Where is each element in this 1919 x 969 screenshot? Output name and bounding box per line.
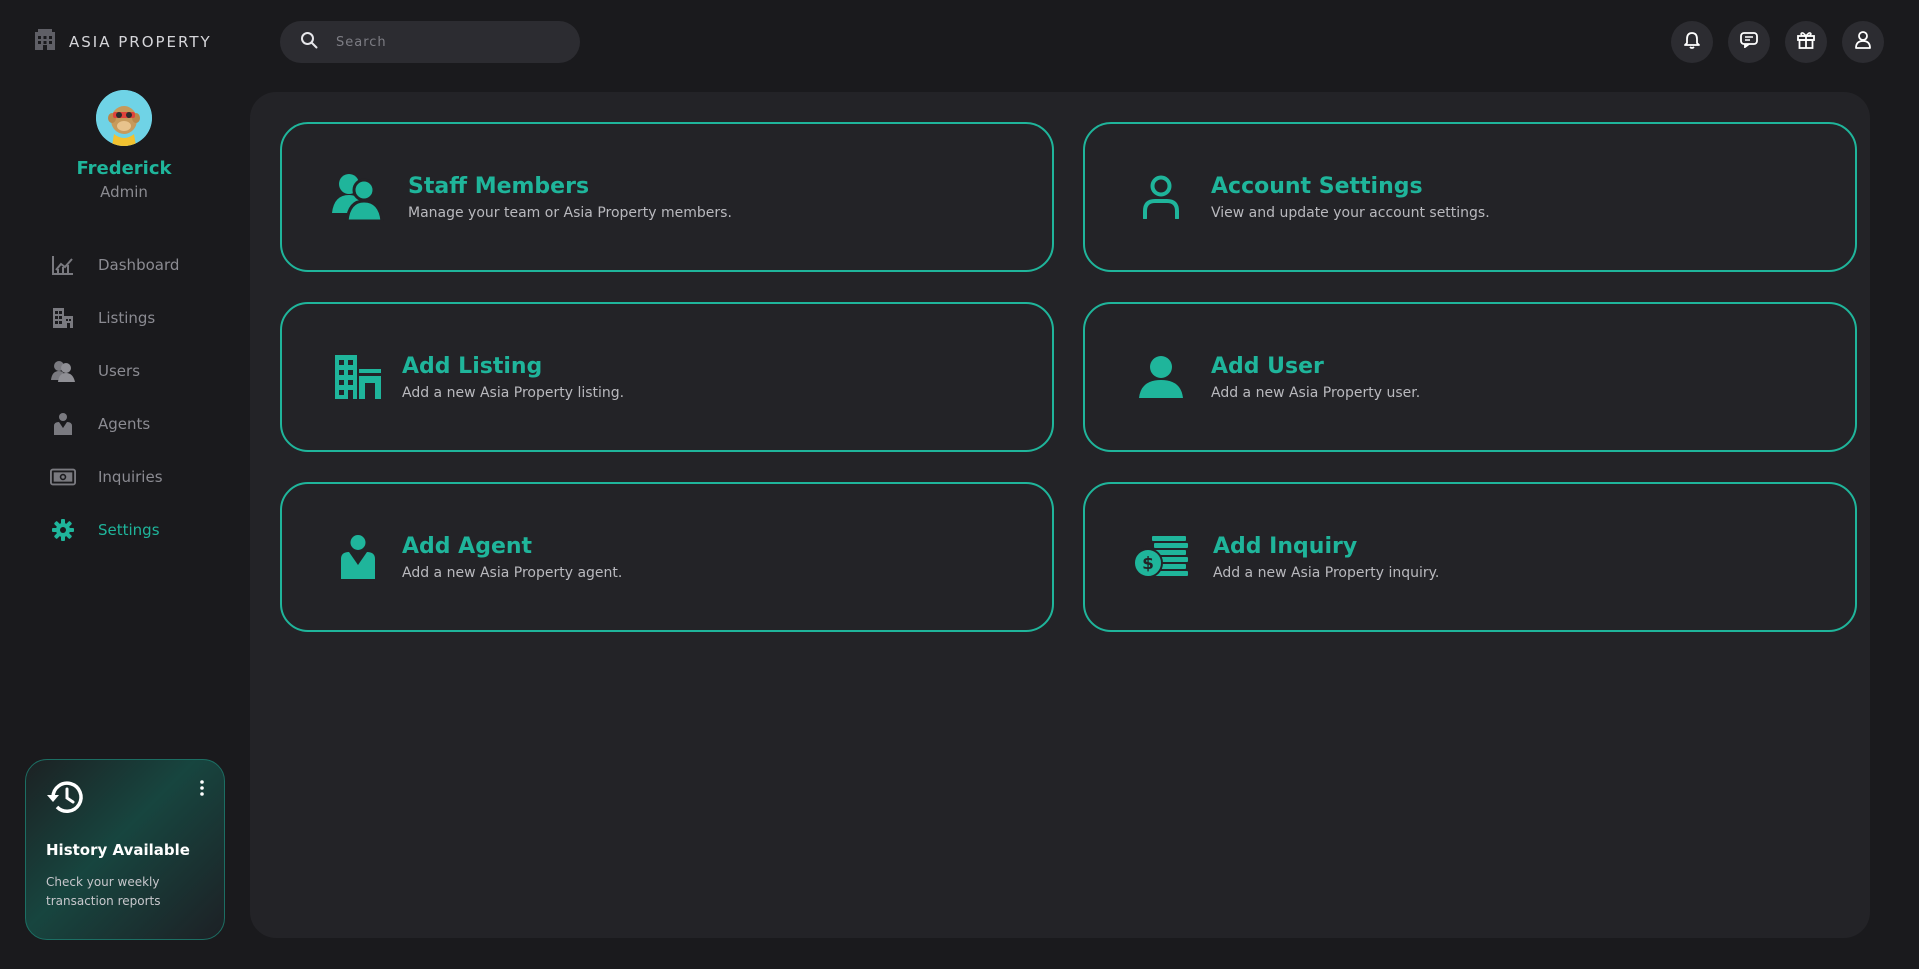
profile: Frederick Admin [0, 90, 248, 201]
coins-dollar-icon: $ [1131, 527, 1191, 587]
add-inquiry-card[interactable]: $ Add Inquiry Add a new Asia Property in… [1083, 482, 1857, 632]
profile-button[interactable] [1842, 21, 1884, 63]
card-description: Add a new Asia Property agent. [402, 564, 623, 581]
user-outline-icon [1131, 167, 1191, 227]
add-user-card[interactable]: Add User Add a new Asia Property user. [1083, 302, 1857, 452]
sidebar-item-inquiries[interactable]: Inquiries [50, 450, 179, 503]
building-logo-icon [33, 28, 57, 56]
user-icon [1855, 31, 1871, 53]
card-title: Add Inquiry [1213, 533, 1358, 559]
more-vertical-icon[interactable] [200, 780, 204, 800]
card-description: Add a new Asia Property user. [1211, 384, 1421, 401]
history-card[interactable]: History Available Check your weekly tran… [25, 759, 225, 940]
notifications-button[interactable] [1671, 21, 1713, 63]
sidebar-item-dashboard[interactable]: Dashboard [50, 238, 179, 291]
account-settings-card[interactable]: Account Settings View and update your ac… [1083, 122, 1857, 272]
sidebar-item-label: Listings [98, 308, 156, 327]
sidebar-item-label: Users [98, 361, 141, 380]
history-icon [44, 778, 86, 820]
sidebar-item-label: Agents [98, 414, 151, 433]
sidebar-item-label: Dashboard [98, 255, 180, 274]
avatar[interactable] [96, 90, 152, 146]
top-actions [1671, 21, 1884, 63]
users-icon [50, 359, 76, 383]
brand[interactable]: ASIA PROPERTY [33, 28, 212, 56]
sidebar-item-settings[interactable]: Settings [50, 503, 179, 556]
gear-icon [50, 518, 76, 542]
card-description: Manage your team or Asia Property member… [408, 204, 732, 221]
gifts-button[interactable] [1785, 21, 1827, 63]
chat-icon [1740, 32, 1758, 52]
agent-icon [50, 412, 76, 436]
agent-icon [328, 527, 388, 587]
staff-members-card[interactable]: Staff Members Manage your team or Asia P… [280, 122, 1054, 272]
sidebar-item-label: Settings [98, 520, 160, 539]
sidebar-item-listings[interactable]: Listings [50, 291, 179, 344]
sidebar-nav: Dashboard Listings Users Agents Inquirie… [50, 238, 179, 556]
sidebar-item-label: Inquiries [98, 467, 163, 486]
add-listing-card[interactable]: Add Listing Add a new Asia Property list… [280, 302, 1054, 452]
history-text: Check your weekly transaction reports [46, 875, 161, 908]
chart-icon [50, 253, 76, 277]
card-description: View and update your account settings. [1211, 204, 1490, 221]
user-role: Admin [100, 183, 148, 201]
staff-members-icon [328, 167, 388, 227]
card-title: Staff Members [408, 173, 590, 199]
card-title: Account Settings [1211, 173, 1423, 199]
card-title: Add Agent [402, 533, 533, 559]
user-icon [1131, 347, 1191, 407]
building-icon [50, 306, 76, 330]
money-icon [50, 465, 76, 489]
search-icon [300, 31, 318, 53]
messages-button[interactable] [1728, 21, 1770, 63]
card-title: Add Listing [402, 353, 543, 379]
sidebar-item-users[interactable]: Users [50, 344, 179, 397]
history-title: History Available [46, 841, 190, 859]
add-agent-card[interactable]: Add Agent Add a new Asia Property agent. [280, 482, 1054, 632]
building-icon [328, 347, 388, 407]
search-bar [280, 21, 580, 63]
svg-text:$: $ [1142, 554, 1154, 574]
sidebar-item-agents[interactable]: Agents [50, 397, 179, 450]
card-title: Add User [1211, 353, 1324, 379]
card-description: Add a new Asia Property listing. [402, 384, 625, 401]
bell-icon [1684, 31, 1700, 53]
user-name: Frederick [76, 158, 172, 179]
card-description: Add a new Asia Property inquiry. [1213, 564, 1440, 581]
search-input[interactable] [336, 34, 556, 50]
gift-icon [1797, 31, 1815, 53]
main-panel: Staff Members Manage your team or Asia P… [250, 92, 1870, 938]
brand-name: ASIA PROPERTY [69, 33, 212, 51]
